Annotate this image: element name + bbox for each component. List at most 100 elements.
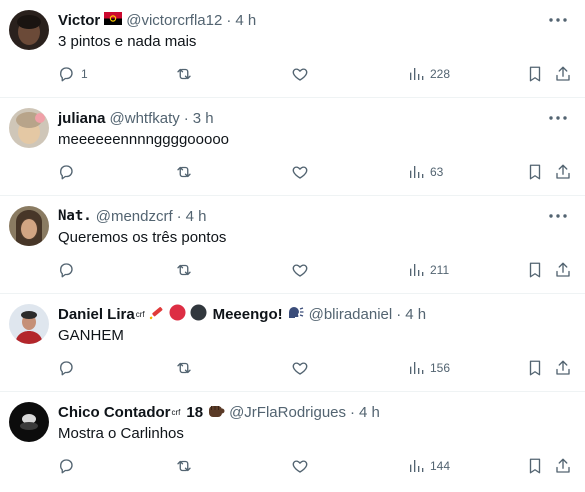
timestamp[interactable]: 3 h [193,110,214,127]
separator: · [396,305,402,323]
share-icon [556,164,570,179]
share-button[interactable] [554,454,572,478]
reply-icon [60,459,73,474]
tweet-text: Queremos os três pontos [58,229,227,246]
retweet-button[interactable] [174,160,194,184]
reply-button[interactable] [57,356,75,380]
retweet-icon [177,362,191,374]
tweet-actions: 1 228 [0,62,585,86]
timestamp[interactable]: 4 h [405,306,426,323]
user-handle[interactable]: @victorcrfla12 [126,12,222,29]
avatar[interactable] [9,402,49,442]
like-button[interactable] [290,454,310,478]
like-button[interactable] [290,160,310,184]
avatar[interactable] [9,10,49,50]
bookmark-button[interactable] [526,258,544,282]
views-button[interactable]: 156 [408,356,450,380]
display-name[interactable]: Nat. [58,208,92,224]
more-icon[interactable] [547,10,569,30]
retweet-button[interactable] [174,356,194,380]
display-name[interactable]: juliana [58,110,106,127]
share-button[interactable] [554,356,572,380]
avatar[interactable] [9,206,49,246]
tweet[interactable]: juliana @whtfkaty · 3 h meeeeeennnnggggo… [0,98,585,196]
share-button[interactable] [554,258,572,282]
tweet[interactable]: Victor @victorcrfla12 · 4 h 3 pintos e n… [0,0,585,98]
timestamp[interactable]: 4 h [359,404,380,421]
view-count: 211 [430,263,450,277]
like-icon [292,460,308,473]
views-icon [410,166,424,178]
view-count: 156 [430,361,451,375]
user-handle[interactable]: @mendzcrf [96,208,173,225]
avatar[interactable] [9,304,49,344]
name-superscript: crf [135,309,145,319]
bookmark-icon [529,66,541,82]
tweet-actions: 156 [0,356,585,380]
reply-count: 1 [81,67,88,81]
share-button[interactable] [554,160,572,184]
speaking-head-icon [287,304,305,324]
timestamp[interactable]: 4 h [186,208,207,225]
like-button[interactable] [290,356,310,380]
views-button[interactable]: 211 [408,258,449,282]
display-name[interactable]: Victor [58,12,100,29]
tweet-header: Chico Contador crf 18 @JrFlaRodrigues · 4… [58,401,545,423]
retweet-icon [177,264,191,276]
retweet-button[interactable] [174,454,194,478]
like-icon [292,68,308,81]
retweet-button[interactable] [174,62,194,86]
more-icon[interactable] [547,108,569,128]
view-count: 63 [430,165,444,179]
tweet-header: Daniel Lira crf Meeengo! @bliradaniel · 4… [58,303,545,325]
reply-button[interactable]: 1 [57,62,88,86]
reply-button[interactable] [57,454,75,478]
avatar[interactable] [9,108,49,148]
tweet-actions: 211 [0,258,585,282]
like-button[interactable] [290,62,310,86]
retweet-button[interactable] [174,258,194,282]
share-icon [556,360,570,375]
views-icon [410,362,424,374]
views-icon [410,264,424,276]
tweet-actions: 63 [0,160,585,184]
bookmark-button[interactable] [526,160,544,184]
tweet[interactable]: Daniel Lira crf Meeengo! @bliradaniel · 4… [0,294,585,392]
views-button[interactable]: 63 [408,160,443,184]
share-icon [556,262,570,277]
user-handle[interactable]: @whtfkaty [110,110,180,127]
bookmark-icon [529,458,541,474]
like-icon [292,362,308,375]
bookmark-button[interactable] [526,62,544,86]
tweet-header: juliana @whtfkaty · 3 h [58,107,545,129]
display-name[interactable]: Chico Contador [58,404,171,421]
bookmark-button[interactable] [526,454,544,478]
share-button[interactable] [554,62,572,86]
bookmark-button[interactable] [526,356,544,380]
user-handle[interactable]: @JrFlaRodrigues [229,404,346,421]
bookmark-icon [529,164,541,180]
reply-icon [60,67,73,82]
tweet[interactable]: Chico Contador crf 18 @JrFlaRodrigues · 4… [0,392,585,490]
tweet-text: GANHEM [58,327,124,344]
like-button[interactable] [290,258,310,282]
tweet-actions: 144 [0,454,585,478]
more-icon[interactable] [547,206,569,226]
views-button[interactable]: 228 [408,62,450,86]
retweet-icon [177,460,191,472]
tweet[interactable]: Nat. @mendzcrf · 4 h Queremos os três po… [0,196,585,294]
user-handle[interactable]: @bliradaniel [309,306,393,323]
tweet-header: Victor @victorcrfla12 · 4 h [58,9,545,31]
reply-button[interactable] [57,160,75,184]
retweet-icon [177,166,191,178]
red-circle-icon [169,304,186,325]
reply-button[interactable] [57,258,75,282]
display-name[interactable]: Daniel Lira [58,306,135,323]
share-icon [556,458,570,473]
separator: · [183,109,189,127]
views-button[interactable]: 144 [408,454,450,478]
display-name-extra: Meeengo! [212,305,283,323]
separator: · [350,403,356,421]
timestamp[interactable]: 4 h [235,12,256,29]
separator: · [226,11,232,29]
